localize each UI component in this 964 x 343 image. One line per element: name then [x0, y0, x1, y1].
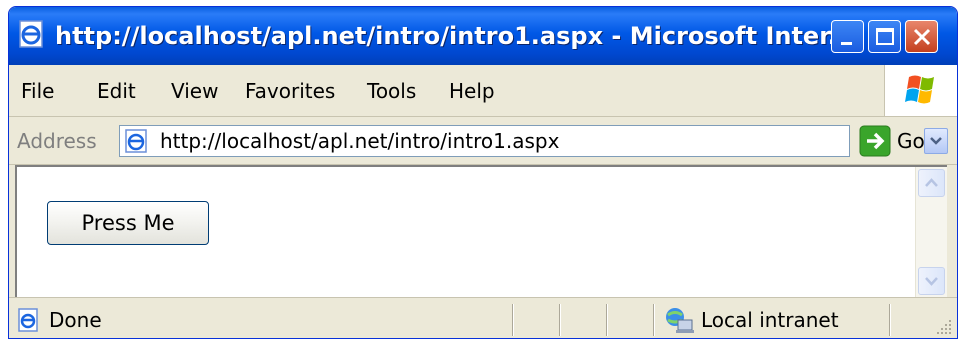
ie-page-icon [125, 129, 147, 153]
status-divider [889, 304, 891, 336]
menu-bar: File Edit View Favorites Tools Help [9, 65, 957, 117]
minimize-button[interactable] [831, 20, 864, 53]
menu-favorites[interactable]: Favorites [245, 79, 335, 103]
maximize-button[interactable] [868, 20, 901, 53]
resize-grip-icon[interactable] [935, 318, 953, 336]
scroll-up-button[interactable] [918, 169, 945, 197]
go-label[interactable]: Go [897, 129, 925, 153]
close-button[interactable] [905, 20, 938, 53]
menu-help[interactable]: Help [449, 79, 495, 103]
browser-window: http://localhost/apl.net/intro/intro1.as… [8, 6, 958, 339]
page-content: Press Me [15, 165, 947, 297]
address-bar: Address http://localhost/apl.net/intro/i… [9, 117, 957, 165]
minimize-icon [841, 42, 852, 45]
security-zone-label: Local intranet [701, 308, 839, 332]
address-url: http://localhost/apl.net/intro/intro1.as… [160, 129, 560, 153]
chevron-down-icon [925, 277, 938, 286]
menu-tools[interactable]: Tools [367, 79, 416, 103]
close-icon [913, 28, 931, 46]
ie-page-icon [18, 308, 38, 332]
title-bar[interactable]: http://localhost/apl.net/intro/intro1.as… [9, 7, 957, 65]
status-divider [512, 304, 514, 336]
windows-logo-icon [905, 75, 934, 104]
press-me-button[interactable]: Press Me [47, 201, 209, 245]
address-input[interactable]: http://localhost/apl.net/intro/intro1.as… [119, 125, 948, 157]
local-intranet-icon [666, 308, 694, 333]
chevron-down-icon [930, 137, 942, 145]
menu-view[interactable]: View [171, 79, 218, 103]
address-dropdown-button[interactable] [924, 128, 948, 154]
status-divider [559, 304, 561, 336]
ie-page-icon [19, 20, 43, 48]
maximize-icon [876, 28, 894, 45]
status-divider [606, 304, 608, 336]
chevron-up-icon [925, 178, 938, 187]
scroll-down-button[interactable] [918, 267, 945, 295]
menu-edit[interactable]: Edit [97, 79, 136, 103]
address-label: Address [17, 129, 97, 153]
menu-file[interactable]: File [21, 79, 54, 103]
status-bar: Done Local intranet [9, 297, 957, 338]
window-title: http://localhost/apl.net/intro/intro1.as… [55, 22, 833, 50]
status-text: Done [49, 308, 102, 332]
windows-logo-box [884, 65, 957, 116]
vertical-scrollbar[interactable] [915, 167, 947, 297]
go-button[interactable] [859, 125, 891, 157]
status-divider [653, 304, 655, 336]
